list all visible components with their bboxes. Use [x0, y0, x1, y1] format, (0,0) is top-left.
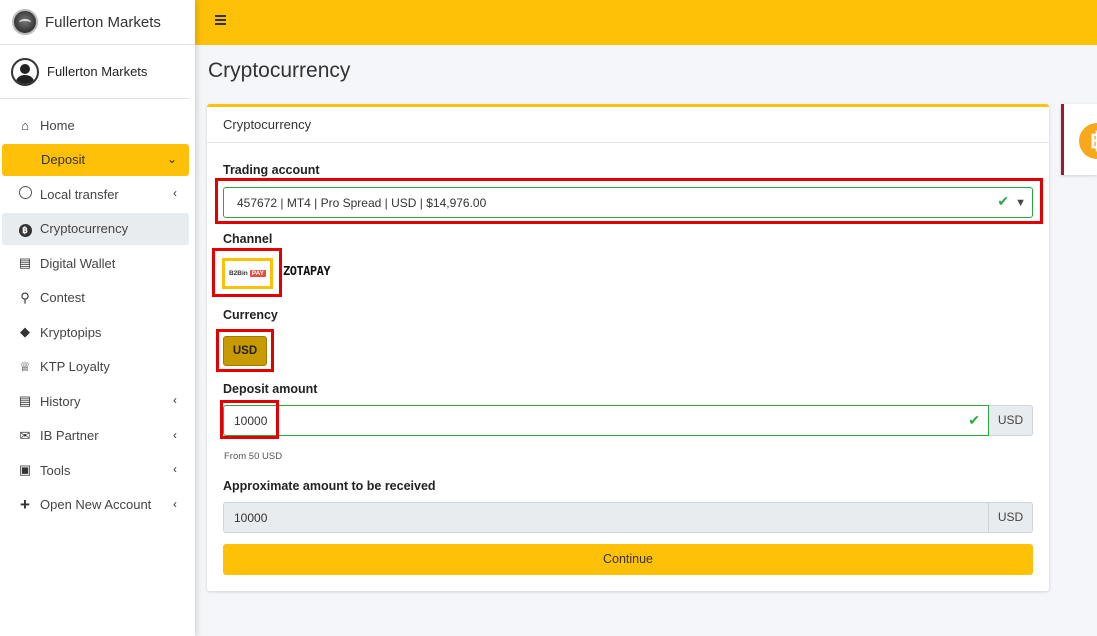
- sidebar-item-contest[interactable]: ⚲ Contest: [2, 282, 189, 314]
- approx-amount-label: Approximate amount to be received: [223, 479, 436, 493]
- channel-label: Channel: [223, 232, 273, 246]
- continue-button[interactable]: Continue: [223, 544, 1033, 575]
- channel-zotapay[interactable]: ZOTAPAY: [283, 264, 331, 278]
- sidebar-item-local-transfer[interactable]: Local transfer ‹: [2, 178, 189, 210]
- trading-account-label: Trading account: [223, 163, 320, 177]
- handshake-icon: ✉: [19, 427, 31, 443]
- sidebar-item-label: Tools: [40, 462, 71, 478]
- sidebar-item-label: Home: [40, 117, 75, 133]
- deposit-card: Cryptocurrency Trading account 457672 | …: [207, 104, 1049, 591]
- chevron-left-icon: ‹: [173, 393, 177, 407]
- sidebar-item-cryptocurrency[interactable]: ฿ Cryptocurrency: [2, 212, 189, 245]
- sidebar-item-label: KTP Loyalty: [40, 359, 110, 374]
- sidebar: Fullerton Markets Fullerton Markets ⌂ Ho…: [0, 0, 195, 636]
- hamburger-menu-icon[interactable]: [215, 15, 226, 25]
- highlight-box: [220, 400, 279, 439]
- topbar: [195, 0, 1097, 45]
- highlight-box: [216, 329, 274, 372]
- deposit-hint: From 50 USD: [224, 451, 283, 462]
- sidebar-item-label: Local transfer: [40, 186, 119, 202]
- chevron-down-icon: ⌄: [166, 151, 177, 166]
- deposit-amount-label: Deposit amount: [223, 382, 318, 396]
- chevron-left-icon: ‹: [173, 462, 177, 476]
- sidebar-item-kryptopips[interactable]: ◆ Kryptopips: [2, 316, 189, 348]
- sidebar-item-history[interactable]: ▤ History ‹: [2, 385, 189, 417]
- bitcoin-icon: ฿: [16, 221, 34, 237]
- home-icon: ⌂: [21, 117, 29, 133]
- bitcoin-icon: ฿: [1079, 123, 1097, 159]
- sidebar-item-deposit[interactable]: Deposit ⌄: [2, 143, 189, 176]
- user-panel[interactable]: Fullerton Markets: [0, 45, 189, 99]
- approx-currency-addon: USD: [989, 502, 1033, 533]
- sidebar-item-ktp-loyalty[interactable]: ♕ KTP Loyalty: [2, 351, 189, 383]
- brand-logo: [12, 9, 38, 35]
- toolbox-icon: ▣: [18, 462, 32, 477]
- approx-amount-group: 10000 USD: [223, 502, 1033, 533]
- deposit-amount-group: 10000 ✔ USD: [223, 405, 1033, 436]
- sidebar-item-label: Digital Wallet: [40, 255, 116, 271]
- card-title: Cryptocurrency: [207, 107, 1049, 143]
- chevron-left-icon: ‹: [173, 496, 177, 511]
- brand[interactable]: Fullerton Markets: [0, 0, 195, 45]
- sidebar-item-label: Kryptopips: [40, 324, 102, 340]
- gem-icon: ◆: [20, 324, 30, 339]
- chart-icon: ▤: [18, 393, 32, 408]
- award-icon: ⚲: [20, 289, 30, 305]
- sidebar-item-open-new-account[interactable]: + Open New Account ‹: [2, 489, 189, 521]
- chevron-left-icon: ‹: [173, 427, 177, 442]
- wallet-icon: ▤: [18, 255, 32, 270]
- crown-icon: ♕: [19, 358, 31, 374]
- crypto-info-card: ฿: [1061, 104, 1097, 175]
- chevron-left-icon: ‹: [173, 186, 177, 200]
- approx-amount-input: 10000: [223, 502, 989, 533]
- highlight-box: [215, 178, 1043, 224]
- deposit-amount-input[interactable]: 10000 ✔: [223, 405, 989, 436]
- deposit-currency-addon: USD: [989, 405, 1033, 436]
- sidebar-item-label: History: [40, 393, 81, 409]
- sidebar-item-label: Cryptocurrency: [40, 221, 129, 236]
- check-icon: ✔: [968, 412, 980, 428]
- highlight-box: [212, 248, 282, 297]
- currency-label: Currency: [223, 308, 278, 322]
- sidebar-item-label: Contest: [40, 290, 85, 305]
- brand-name: Fullerton Markets: [45, 13, 161, 31]
- sidebar-item-tools[interactable]: ▣ Tools ‹: [2, 454, 189, 486]
- sidebar-item-ib-partner[interactable]: ✉ IB Partner ‹: [2, 420, 189, 452]
- plus-icon: +: [20, 494, 30, 514]
- avatar: [11, 57, 39, 86]
- circle-icon: [16, 186, 34, 202]
- sidebar-nav: ⌂ Home Deposit ⌄ Local transfer ‹ ฿ Cryp…: [0, 99, 195, 521]
- sidebar-item-home[interactable]: ⌂ Home: [2, 109, 189, 141]
- page-title: Cryptocurrency: [208, 59, 351, 82]
- sidebar-item-digital-wallet[interactable]: ▤ Digital Wallet: [2, 247, 189, 279]
- sidebar-item-label: IB Partner: [40, 428, 99, 443]
- user-name: Fullerton Markets: [47, 64, 148, 79]
- sidebar-item-label: Deposit: [41, 152, 86, 167]
- sidebar-item-label: Open New Account: [40, 497, 152, 512]
